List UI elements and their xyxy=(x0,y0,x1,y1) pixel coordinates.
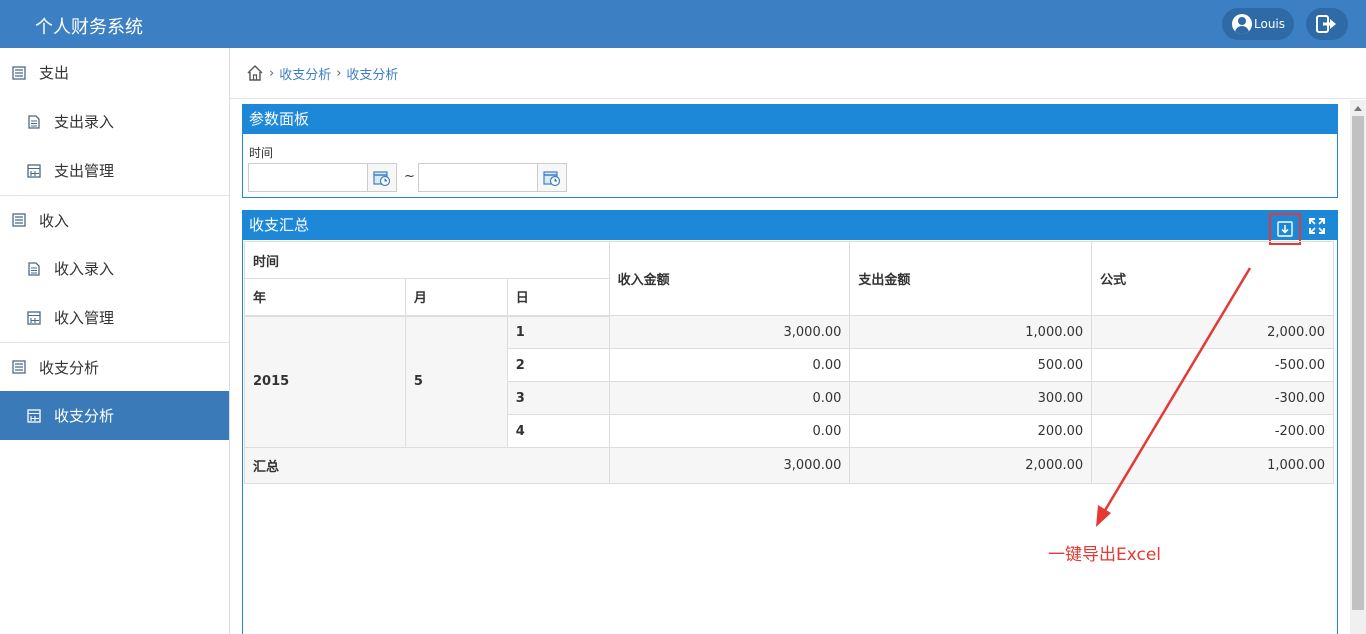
panel-title: 参数面板 xyxy=(243,105,1337,134)
list-icon xyxy=(12,65,26,80)
col-header-day: 日 xyxy=(506,278,610,317)
start-date-input[interactable] xyxy=(248,163,397,192)
expand-icon xyxy=(1309,217,1325,234)
table-icon xyxy=(27,408,41,423)
sidebar-group-analysis[interactable]: 收支分析 xyxy=(0,342,229,391)
day-cell: 4 xyxy=(506,414,610,448)
sidebar-item-label: 支出管理 xyxy=(54,162,115,180)
breadcrumb-current[interactable]: 收支分析 xyxy=(346,64,398,83)
document-icon xyxy=(28,261,40,276)
sidebar-group-income[interactable]: 收入 xyxy=(0,195,229,244)
summary-table: 时间 收入金额 支出金额 公式 年 月 日 2015 5 1 3,000.00 … xyxy=(244,241,1334,484)
annotation-text: 一键导出Excel xyxy=(1048,545,1162,565)
sidebar-item-label: 支出 xyxy=(39,64,70,82)
end-date-input[interactable] xyxy=(418,163,567,192)
total-row: 汇总 3,000.00 2,000.00 1,000.00 xyxy=(244,447,1334,484)
sidebar-item-income-entry[interactable]: 收入录入 xyxy=(0,244,229,293)
expense-cell: 1,000.00 xyxy=(849,315,1093,349)
sidebar-item-income-manage[interactable]: 收入管理 xyxy=(0,293,229,342)
income-cell: 0.00 xyxy=(608,381,851,415)
summary-panel: 收支汇总 时间 收入金额 支出金额 公式 年 月 日 2015 5 1 3,00… xyxy=(242,210,1338,634)
start-date-picker-button[interactable] xyxy=(367,164,396,191)
month-cell: 5 xyxy=(404,315,508,448)
formula-cell: 2,000.00 xyxy=(1091,315,1334,349)
logout-icon xyxy=(1316,15,1336,33)
year-cell: 2015 xyxy=(244,315,406,448)
parameter-panel: 参数面板 时间 ~ xyxy=(242,104,1338,198)
chevron-right-icon: › xyxy=(336,65,342,81)
logout-button[interactable] xyxy=(1306,8,1348,40)
sidebar-item-label: 收入 xyxy=(39,211,70,230)
app-title: 个人财务系统 xyxy=(35,17,143,38)
total-formula: 1,000.00 xyxy=(1091,447,1334,484)
day-cell: 2 xyxy=(506,348,610,382)
income-cell: 3,000.00 xyxy=(608,315,851,349)
col-header-expense: 支出金额 xyxy=(849,241,1093,316)
end-date-picker-button[interactable] xyxy=(537,164,566,191)
day-cell: 1 xyxy=(506,315,610,349)
user-name: Louis xyxy=(1254,17,1286,31)
table-row: 2015 5 1 3,000.00 1,000.00 2,000.00 xyxy=(244,315,1334,448)
table-icon xyxy=(27,310,41,325)
income-cell: 0.00 xyxy=(608,414,851,448)
calendar-icon xyxy=(543,170,561,186)
sidebar: 支出 支出录入 支出管理 收入 收入录入 收入管理 收支分析 收支分析 xyxy=(0,48,230,634)
table-icon xyxy=(27,163,41,178)
summary-panel-header: 收支汇总 xyxy=(243,211,1337,245)
expense-cell: 500.00 xyxy=(849,348,1093,382)
chevron-right-icon: › xyxy=(269,65,275,81)
sidebar-item-label: 收入管理 xyxy=(54,309,115,327)
sidebar-group-expense[interactable]: 支出 xyxy=(0,48,229,97)
home-icon[interactable] xyxy=(246,64,264,82)
formula-cell: -300.00 xyxy=(1091,381,1334,415)
expense-cell: 300.00 xyxy=(849,381,1093,415)
time-label: 时间 xyxy=(249,146,274,160)
top-bar: 个人财务系统 Louis xyxy=(0,0,1366,48)
col-header-formula: 公式 xyxy=(1091,241,1334,316)
total-label: 汇总 xyxy=(244,447,610,484)
formula-cell: -200.00 xyxy=(1091,414,1334,448)
list-icon xyxy=(12,213,26,227)
download-icon xyxy=(1277,221,1293,237)
sidebar-item-label: 收支分析 xyxy=(54,407,115,425)
sidebar-item-label: 收支分析 xyxy=(39,358,100,377)
scroll-up-arrow[interactable] xyxy=(1350,100,1366,115)
breadcrumb: › 收支分析 › 收支分析 xyxy=(230,48,1366,99)
total-income: 3,000.00 xyxy=(608,447,851,484)
panel-title: 收支汇总 xyxy=(249,216,310,234)
col-header-year: 年 xyxy=(244,278,406,317)
document-icon xyxy=(28,114,40,129)
formula-cell: -500.00 xyxy=(1091,348,1334,382)
total-expense: 2,000.00 xyxy=(849,447,1093,484)
date-range-separator: ~ xyxy=(404,169,415,184)
scrollbar-thumb[interactable] xyxy=(1352,116,1364,610)
fullscreen-button[interactable] xyxy=(1307,216,1327,236)
income-cell: 0.00 xyxy=(608,348,851,382)
vertical-scrollbar[interactable] xyxy=(1350,100,1366,634)
calendar-icon xyxy=(373,170,391,186)
col-header-income: 收入金额 xyxy=(608,241,851,316)
sidebar-item-expense-entry[interactable]: 支出录入 xyxy=(0,97,229,146)
col-header-time: 时间 xyxy=(244,241,610,279)
breadcrumb-link[interactable]: 收支分析 xyxy=(279,64,331,83)
col-header-month: 月 xyxy=(404,278,508,317)
sidebar-item-label: 支出录入 xyxy=(54,113,115,131)
user-menu-button[interactable]: Louis xyxy=(1222,8,1294,40)
sidebar-item-expense-manage[interactable]: 支出管理 xyxy=(0,146,229,195)
day-cell: 3 xyxy=(506,381,610,415)
expense-cell: 200.00 xyxy=(849,414,1093,448)
user-icon xyxy=(1232,14,1252,34)
list-icon xyxy=(12,360,26,374)
sidebar-item-analysis[interactable]: 收支分析 xyxy=(0,391,229,440)
sidebar-item-label: 收入录入 xyxy=(54,260,115,278)
